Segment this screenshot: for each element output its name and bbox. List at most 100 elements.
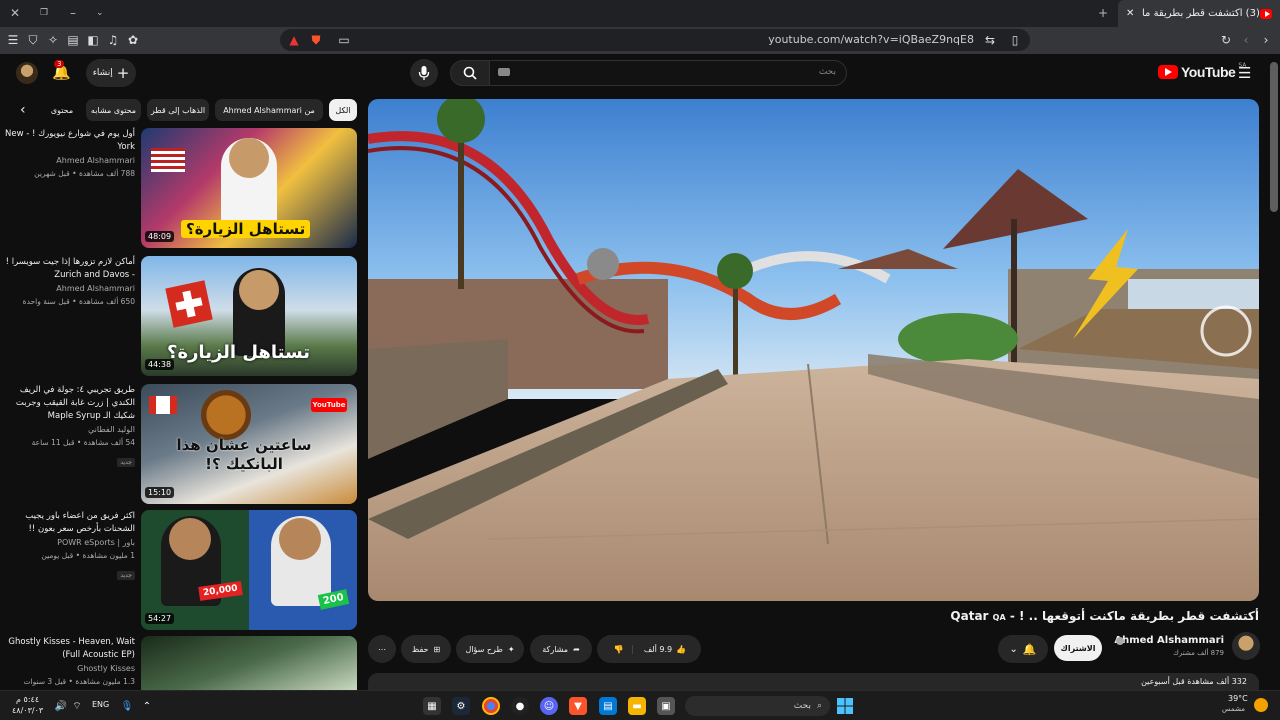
file-explorer-icon[interactable]: ▬ (628, 697, 646, 715)
dislike-button[interactable]: 👎 (606, 644, 633, 654)
wallet-icon[interactable]: ▤ (65, 32, 81, 48)
bookmark-icon[interactable]: ▯ (1007, 32, 1023, 48)
tray-expand-icon[interactable]: ⌃ (138, 697, 156, 715)
video-thumbnail[interactable]: تستاهل الزيارة؟ 48:09 (141, 128, 357, 248)
minimize-window-icon[interactable]: – (70, 6, 76, 20)
reload-icon[interactable]: ↻ (1218, 32, 1234, 48)
list-item[interactable]: Ghostly Kisses - Heaven, Wait (Full Acou… (0, 636, 360, 690)
guide-menu-icon[interactable]: ☰ (1238, 64, 1251, 82)
start-icon[interactable] (836, 697, 854, 715)
views-and-date: 332 ألف مشاهدة قبل أسبوعين (1141, 677, 1247, 686)
verified-icon (1116, 637, 1124, 645)
upload-age: قبل يومين (41, 551, 74, 560)
chips-prev-icon[interactable]: ‹ (20, 102, 26, 118)
new-badge: جديد (117, 571, 135, 580)
brave-icon[interactable]: ▼ (569, 697, 587, 715)
channel-name: Ghostly Kisses (77, 664, 135, 673)
brave-rewards-icon[interactable]: ▲ (286, 32, 302, 48)
video-player[interactable] (368, 99, 1259, 601)
tab-list-icon[interactable]: ⌄ (96, 8, 104, 18)
puzzle-icon[interactable]: ✧ (45, 32, 61, 48)
video-thumbnail[interactable]: 20,000 200 54:27 (141, 510, 357, 630)
upload-age: قبل سنة واحدة (22, 297, 70, 306)
chip-similar[interactable]: محتوى مشابه (86, 99, 141, 121)
chrome-icon[interactable] (482, 697, 500, 715)
notifications-dropdown[interactable]: ⌄ 🔔 (998, 635, 1048, 663)
discord-icon[interactable]: ☺ (540, 697, 558, 715)
youtube-logo[interactable]: YouTube SA (1158, 62, 1246, 80)
extensions-icon[interactable]: ✿ (125, 32, 141, 48)
restore-window-icon[interactable]: ❐ (40, 8, 48, 18)
new-tab-icon[interactable]: + (1098, 6, 1108, 20)
close-tab-icon[interactable]: ✕ (1126, 8, 1134, 19)
list-item[interactable]: تستاهل الزيارة؟ 48:09 أول يوم في شوارع ن… (0, 128, 360, 248)
notifications-button[interactable]: 🔔 3 (52, 60, 74, 84)
subscriber-count: 879 ألف مشترك (1173, 649, 1224, 657)
channel-avatar[interactable] (1232, 632, 1260, 660)
ask-label: طرح سؤال (465, 644, 503, 654)
browser-tab[interactable]: ✕ (3) أكتشفت قطر بطريقة ماكنت (1118, 0, 1280, 27)
tab-title: (3) أكتشفت قطر بطريقة ماكنت (1142, 8, 1260, 19)
search-icon: ⌕ (816, 701, 822, 711)
more-actions-button[interactable]: ⋯ (368, 635, 396, 663)
like-button[interactable]: 9.9 ألف 👍 (638, 645, 692, 654)
menu-icon[interactable]: ☰ (5, 32, 21, 48)
view-count: 1 مليون مشاهدة (82, 551, 135, 560)
search-input[interactable]: بحث (489, 60, 847, 86)
mic-tray-icon[interactable]: 🎙 (118, 697, 136, 715)
app-icon[interactable]: ▦ (423, 697, 441, 715)
wifi-icon[interactable]: ⌔ (68, 697, 86, 715)
keyboard-icon[interactable] (498, 68, 510, 76)
list-item[interactable]: YouTube ساعتين عشان هذا البانكيك ؟! 15:1… (0, 384, 360, 504)
share-link-icon[interactable]: ⇆ (982, 32, 998, 48)
us-flag-icon (151, 148, 185, 172)
shield-icon[interactable]: ⛉ (25, 32, 41, 48)
bell-icon: 🔔 (1022, 642, 1037, 656)
syrup-jar-shape (201, 390, 251, 440)
video-meta: Ghostly Kisses - Heaven, Wait (Full Acou… (3, 636, 135, 688)
video-thumbnail[interactable] (141, 636, 357, 690)
brave-shield-icon[interactable]: ⛊ (308, 32, 324, 48)
channel-name[interactable]: Ahmed Alshammari (1114, 635, 1224, 646)
obs-icon[interactable]: ● (511, 697, 529, 715)
back-icon[interactable]: › (1258, 32, 1274, 48)
share-label: مشاركة (542, 644, 569, 654)
music-icon[interactable]: ♫ (105, 32, 121, 48)
close-window-icon[interactable]: ✕ (10, 6, 20, 20)
ask-button[interactable]: طرح سؤال ✦ (456, 635, 524, 663)
list-item[interactable]: تستاهل الزيارة؟ 44:38 أماكن لازم تزورها … (0, 256, 360, 376)
video-thumbnail[interactable]: تستاهل الزيارة؟ 44:38 (141, 256, 357, 376)
share-button[interactable]: مشاركة ➦ (530, 635, 592, 663)
swiss-flag-icon (165, 280, 213, 328)
page-scrollbar[interactable] (1270, 62, 1278, 212)
create-button[interactable]: إنشاء + (86, 59, 136, 87)
upload-age: قبل 11 ساعة (31, 438, 75, 447)
logo-text: YouTube (1181, 64, 1236, 80)
chip-qatar[interactable]: الذهاب إلى قطر (147, 99, 209, 121)
forward-icon[interactable]: ‹ (1238, 32, 1254, 48)
canada-flag-icon (149, 396, 177, 414)
save-button[interactable]: حفظ ⊞ (401, 635, 451, 663)
list-item[interactable]: 20,000 200 54:27 اكثر فريق من اعضاء باور… (0, 510, 360, 630)
cast-icon[interactable]: ▭ (336, 32, 352, 48)
chip-more[interactable]: محتوى (44, 99, 80, 121)
address-bar[interactable]: ▲ ⛊ ▭ youtube.com/watch?v=iQBaeZ9nqE8 ⇆ (280, 29, 1030, 51)
video-thumbnail[interactable]: YouTube ساعتين عشان هذا البانكيك ؟! 15:1… (141, 384, 357, 504)
steam-icon[interactable]: ⚙ (452, 697, 470, 715)
language-indicator[interactable]: ENG (92, 700, 109, 709)
search-button[interactable] (450, 60, 490, 86)
thumbs-down-icon: 👎 (613, 644, 624, 654)
chip-from-channel[interactable]: من Ahmed Alshammari (215, 99, 323, 121)
weather-widget[interactable]: 39°C مشمس (1210, 694, 1272, 718)
voice-search-button[interactable] (410, 59, 438, 87)
subscribe-button[interactable]: الاشتراك (1054, 635, 1102, 661)
chip-all[interactable]: الكل (329, 99, 357, 121)
avatar[interactable] (16, 62, 38, 84)
mic-icon (418, 66, 430, 80)
system-clock[interactable]: ٥:٤٤ م ٤٨/٠٣/٠٣ (12, 694, 43, 716)
store-icon[interactable]: ▤ (599, 697, 617, 715)
task-view-icon[interactable]: ▣ (657, 697, 675, 715)
new-badge: جديد (117, 458, 135, 467)
sidebar-icon[interactable]: ◧ (85, 32, 101, 48)
taskbar-search[interactable]: بحث ⌕ (685, 696, 830, 716)
